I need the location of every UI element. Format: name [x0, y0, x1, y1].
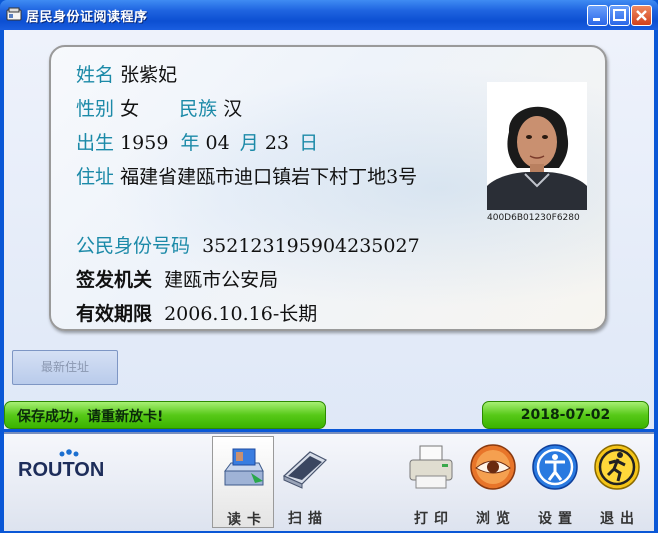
validity-label: 有效期限	[76, 303, 153, 325]
id-number-row: 公民身份号码 352123195904235027	[76, 231, 420, 258]
browse-label: 浏览	[476, 511, 516, 527]
browse-button[interactable]: 浏览	[462, 436, 524, 528]
authority-value: 建瓯市公安局	[164, 269, 279, 291]
read-card-button[interactable]: 读卡	[212, 436, 274, 528]
settings-label: 设置	[538, 511, 578, 527]
scan-label: 扫描	[288, 511, 328, 527]
latest-address-button[interactable]: 最新住址	[12, 350, 118, 385]
gender-value: 女	[120, 98, 140, 120]
printer-icon	[409, 445, 453, 489]
scanner-icon	[282, 451, 328, 489]
read-card-label: 读卡	[227, 512, 267, 528]
window-title: 居民身份证阅读程序	[26, 10, 148, 25]
birth-day: 23	[264, 132, 290, 154]
app-window: 居民身份证阅读程序 姓名 张紫妃 性别 女 民族 汉 出生 1959 年 04 …	[0, 0, 658, 533]
name-row: 姓名 张紫妃	[76, 60, 177, 87]
close-button[interactable]	[631, 5, 652, 26]
photo-code: 400D6B01230F6280	[487, 213, 580, 223]
status-message: 保存成功，请重新放卡!	[17, 409, 164, 425]
id-card-app-icon	[6, 7, 22, 21]
title-bar[interactable]: 居民身份证阅读程序	[0, 0, 658, 30]
exit-label: 退出	[600, 511, 640, 527]
birth-row: 出生 1959 年 04 月 23 日	[76, 128, 318, 155]
authority-label: 签发机关	[76, 269, 153, 291]
ethnicity-label: 民族	[179, 98, 218, 120]
id-photo	[487, 82, 587, 210]
gender-label: 性别	[76, 98, 115, 120]
validity-value: 2006.10.16-长期	[164, 303, 318, 325]
day-label: 日	[299, 132, 319, 154]
card-reader-icon	[224, 448, 264, 486]
gender-row: 性别 女 民族 汉	[76, 94, 242, 121]
date-panel: 2018-07-02	[482, 401, 649, 429]
scan-button[interactable]: 扫描	[274, 436, 336, 528]
birth-label: 出生	[76, 132, 115, 154]
authority-row: 签发机关 建瓯市公安局	[76, 265, 278, 292]
name-label: 姓名	[76, 64, 115, 86]
month-label: 月	[239, 132, 259, 154]
toolbar: ROUTON 读卡 扫描 打印 浏览 设置 退出	[4, 432, 654, 531]
exit-running-man-icon	[594, 444, 640, 490]
minimize-icon	[593, 18, 600, 21]
print-button[interactable]: 打印	[400, 436, 462, 528]
address-row: 住址 福建省建瓯市迪口镇岩下村丁地3号	[76, 162, 417, 189]
validity-row: 有效期限 2006.10.16-长期	[76, 299, 317, 326]
status-bar: 保存成功，请重新放卡!	[4, 401, 326, 429]
print-label: 打印	[414, 511, 454, 527]
exit-button[interactable]: 退出	[586, 436, 648, 528]
id-number-value: 352123195904235027	[202, 235, 420, 257]
close-icon	[636, 10, 647, 21]
address-value: 福建省建瓯市迪口镇岩下村丁地3号	[120, 166, 418, 188]
eye-icon	[470, 444, 516, 490]
name-value: 张紫妃	[120, 64, 178, 86]
maximize-icon	[613, 9, 626, 21]
birth-year: 1959	[120, 132, 169, 154]
minimize-button[interactable]	[587, 5, 608, 26]
birth-month: 04	[205, 132, 230, 154]
maximize-button[interactable]	[609, 5, 630, 26]
logo-text: ROUTON	[18, 459, 104, 481]
ethnicity-value: 汉	[223, 98, 243, 120]
routon-logo: ROUTON	[18, 449, 104, 481]
settings-button[interactable]: 设置	[524, 436, 586, 528]
status-date: 2018-07-02	[520, 407, 611, 423]
id-number-label: 公民身份号码	[76, 235, 191, 257]
accessibility-settings-icon	[532, 444, 578, 490]
address-label: 住址	[76, 166, 115, 188]
year-label: 年	[180, 132, 200, 154]
